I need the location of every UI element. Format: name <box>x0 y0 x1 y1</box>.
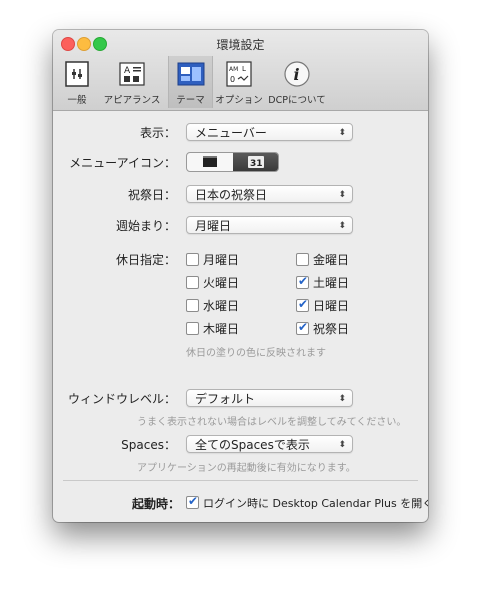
calendar-plain-icon <box>203 156 217 167</box>
holiday-popup-value: 日本の祝祭日 <box>195 188 268 202</box>
window-level-popup[interactable]: デフォルト ⬍ <box>186 389 353 407</box>
checkbox-label: ログイン時に Desktop Calendar Plus を開く <box>203 497 428 510</box>
checkbox-box <box>296 253 309 266</box>
window-level-popup-value: デフォルト <box>195 392 256 406</box>
week-start-label: 週始まり： <box>115 219 176 233</box>
updown-arrows-icon: ⬍ <box>338 190 346 200</box>
svg-text:AM: AM <box>229 66 238 73</box>
menu-icon-option-plain[interactable] <box>187 153 233 171</box>
toolbar-about[interactable]: i DCPについて <box>267 56 327 108</box>
calendar-date-text: 31 <box>250 159 263 169</box>
day-off-checkbox-mon[interactable]: 月曜日 <box>186 251 239 268</box>
days-off-hint: 休日の塗りの色に反映されます <box>186 348 326 359</box>
spaces-label: Spaces： <box>121 438 176 452</box>
days-off-label: 休日指定： <box>115 253 176 267</box>
checkmark-icon: ✔ <box>298 320 309 334</box>
calendar-date-icon: 31 <box>247 156 264 169</box>
options-icon: AM L 0 <box>226 61 252 87</box>
week-start-popup-value: 月曜日 <box>195 219 232 233</box>
holiday-label: 祝祭日： <box>127 188 176 202</box>
holiday-popup[interactable]: 日本の祝祭日 ⬍ <box>186 185 353 203</box>
display-popup-value: メニューバー <box>195 126 267 140</box>
info-icon: i <box>284 61 310 87</box>
checkmark-icon: ✔ <box>298 297 309 311</box>
checkbox-label: 祝祭日 <box>313 322 350 336</box>
updown-arrows-icon: ⬍ <box>338 394 346 404</box>
svg-text:i: i <box>294 65 300 84</box>
toolbar-label: アピアランス <box>103 95 161 106</box>
toolbar-general[interactable]: 一般 <box>58 56 96 108</box>
checkmark-icon: ✔ <box>188 494 199 508</box>
menu-icon-label: メニューアイコン： <box>69 156 176 170</box>
preferences-window: 環境設定 一般 A アピアランス テーマ AM L 0 オプション i DCPに… <box>53 30 428 522</box>
theme-icon <box>177 62 204 86</box>
checkbox-box <box>186 276 199 289</box>
appearance-icon: A <box>119 62 145 86</box>
checkbox-box <box>186 322 199 335</box>
display-label: 表示： <box>139 126 176 140</box>
checkbox-box <box>186 299 199 312</box>
window-title: 環境設定 <box>216 38 265 52</box>
window-level-hint: うまく表示されない場合はレベルを調整してみてください。 <box>137 417 407 428</box>
toolbar-label: オプション <box>215 95 263 106</box>
updown-arrows-icon: ⬍ <box>338 221 346 231</box>
checkmark-icon: ✔ <box>298 274 309 288</box>
svg-text:0: 0 <box>230 75 235 84</box>
day-off-checkbox-wed[interactable]: 水曜日 <box>186 297 239 314</box>
checkbox-box: ✔ <box>296 320 309 335</box>
checkbox-label: 土曜日 <box>313 276 350 290</box>
preferences-content: 表示： メニューバー ⬍ メニューアイコン： 31 祝祭日： 日本の祝祭日 ⬍ … <box>53 111 428 522</box>
divider <box>63 480 418 481</box>
toolbar-label: テーマ <box>176 95 205 106</box>
day-off-checkbox-sat[interactable]: ✔ 土曜日 <box>296 274 349 291</box>
toolbar-label: DCPについて <box>268 95 326 106</box>
day-off-checkbox-thu[interactable]: 木曜日 <box>186 320 239 337</box>
svg-text:L: L <box>242 65 246 73</box>
updown-arrows-icon: ⬍ <box>338 440 346 450</box>
svg-text:A: A <box>124 66 131 76</box>
day-off-checkbox-holiday[interactable]: ✔ 祝祭日 <box>296 320 349 337</box>
checkbox-box: ✔ <box>186 494 199 509</box>
checkbox-label: 月曜日 <box>203 253 240 267</box>
checkbox-label: 水曜日 <box>203 299 240 313</box>
title-bar: 環境設定 一般 A アピアランス テーマ AM L 0 オプション i DCPに… <box>53 30 428 111</box>
menu-icon-option-date[interactable]: 31 <box>232 153 278 171</box>
checkbox-box: ✔ <box>296 274 309 289</box>
week-start-popup[interactable]: 月曜日 ⬍ <box>186 216 353 234</box>
day-off-checkbox-tue[interactable]: 火曜日 <box>186 274 239 291</box>
checkbox-label: 日曜日 <box>313 299 350 313</box>
menu-icon-segmented-control[interactable]: 31 <box>186 152 279 172</box>
toolbar-options[interactable]: AM L 0 オプション <box>213 56 265 108</box>
spaces-hint: アプリケーションの再起動後に有効になります。 <box>137 463 356 474</box>
general-icon <box>65 61 89 87</box>
startup-label: 起動時： <box>131 497 180 511</box>
checkbox-label: 金曜日 <box>313 253 350 267</box>
checkbox-box: ✔ <box>296 297 309 312</box>
toolbar-appearance[interactable]: A アピアランス <box>97 56 167 108</box>
toolbar-label: 一般 <box>67 95 87 106</box>
checkbox-label: 火曜日 <box>203 276 240 290</box>
checkbox-label: 木曜日 <box>203 322 240 336</box>
display-popup[interactable]: メニューバー ⬍ <box>186 123 353 141</box>
toolbar-theme[interactable]: テーマ <box>168 56 213 108</box>
spaces-popup-value: 全てのSpacesで表示 <box>195 438 310 452</box>
day-off-checkbox-fri[interactable]: 金曜日 <box>296 251 349 268</box>
day-off-checkbox-sun[interactable]: ✔ 日曜日 <box>296 297 349 314</box>
checkbox-box <box>186 253 199 266</box>
window-level-label: ウィンドウレベル： <box>67 392 176 406</box>
startup-login-checkbox[interactable]: ✔ ログイン時に Desktop Calendar Plus を開く <box>186 494 428 511</box>
spaces-popup[interactable]: 全てのSpacesで表示 ⬍ <box>186 435 353 453</box>
updown-arrows-icon: ⬍ <box>338 128 346 138</box>
